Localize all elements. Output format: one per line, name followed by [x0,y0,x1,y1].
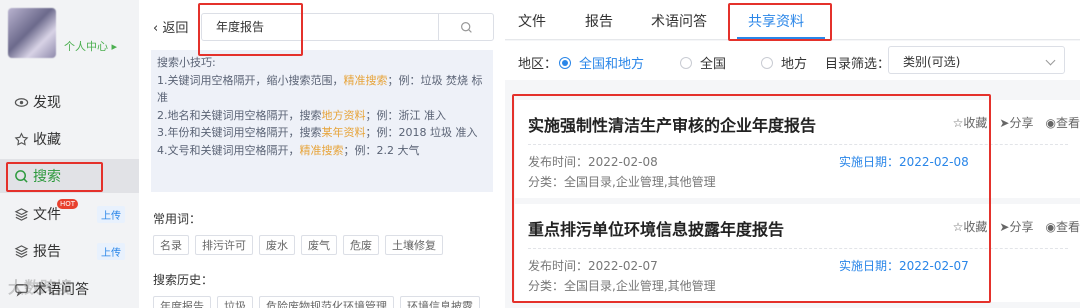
divider [528,144,1068,145]
category: 分类：全国目录,企业管理,其他管理 [528,279,716,293]
search-history-label: 搜索历史： [153,273,214,287]
sidebar: 个人中心 ▸ 发现 收藏 搜索 文件 HOT 上传 报告 上传 术语问答 大数跨… [0,0,139,308]
chevron-left-icon: ‹ [153,21,163,36]
tip-line: 1.关键词用空格隔开，缩小搜索范围，精准搜索；例：垃圾 焚烧 标准 [157,73,483,105]
active-tab-indicator [737,37,825,39]
region-label: 地区： [518,57,558,72]
history-chip[interactable]: 垃圾 [217,296,253,308]
search-tips: 搜索小技巧: 1.关键词用空格隔开，缩小搜索范围，精准搜索；例：垃圾 焚烧 标准… [151,50,493,192]
tip-line: 3.年份和关键词用空格隔开，搜索某年资料；例：2018 垃圾 准入 [157,126,478,139]
tab-terms-qa[interactable]: 术语问答 [651,11,707,31]
layers-icon [14,207,29,221]
watermark: 大数跨境 [8,278,73,297]
search-icon [15,169,28,183]
results-panel: 文件 报告 术语问答 共享资料 地区： 全国和地方 全国 地方 目录筛选： 类别… [505,0,1080,308]
term-chip[interactable]: 危废 [343,235,379,255]
sidebar-item-label: 报告 [33,244,61,260]
card-actions: ☆收藏 ➤分享 ◉查看 [953,114,1080,131]
common-terms: 名录 排污许可 废水 废气 危废 土壤修复 [153,235,443,255]
publish-date: 发布时间：2022-02-07 [528,259,658,273]
catalog-label: 目录筛选： [825,57,891,72]
radio-dot [680,56,692,69]
region-radio-national[interactable]: 全国 [680,53,726,72]
result-title[interactable]: 实施强制性清洁生产审核的企业年度报告 [528,112,816,136]
sidebar-item-discover[interactable]: 发现 [0,85,139,119]
history-chip[interactable]: 环境信息披露 [400,296,480,308]
tip-line: 4.文号和关键词用空格隔开，精准搜索；例：2.2 大气 [157,143,420,157]
layers-icon [14,244,29,258]
sidebar-item-favorites[interactable]: 收藏 [0,122,139,156]
effective-date: 实施日期：2022-02-07 [839,259,969,273]
view-button[interactable]: ◉查看 [1046,218,1080,235]
category: 分类：全国目录,企业管理,其他管理 [528,175,716,189]
term-chip[interactable]: 废气 [301,235,337,255]
eye-icon [14,97,29,107]
sidebar-item-search[interactable]: 搜索 [0,159,139,193]
tab-files[interactable]: 文件 [518,11,546,31]
tab-reports[interactable]: 报告 [585,11,613,31]
sidebar-item-reports[interactable]: 报告 上传 [0,234,139,268]
favorite-button[interactable]: ☆收藏 [953,114,988,131]
search-button[interactable] [438,14,493,40]
term-chip[interactable]: 废水 [259,235,295,255]
search-history: 年度报告 垃圾 危险废物规范化环境管理 环境信息披露 [153,296,480,308]
card-actions: ☆收藏 ➤分享 ◉查看 [953,218,1080,235]
history-chip[interactable]: 年度报告 [153,296,211,308]
tab-shared-materials[interactable]: 共享资料 [748,11,804,31]
favorite-button[interactable]: ☆收藏 [953,218,988,235]
result-title[interactable]: 重点排污单位环境信息披露年度报告 [528,216,784,240]
view-button[interactable]: ◉查看 [1046,114,1080,131]
region-radio-local[interactable]: 地方 [761,53,807,72]
back-button[interactable]: ‹ 返回 [153,17,188,36]
publish-date: 发布时间：2022-02-08 [528,155,658,169]
profile-link[interactable]: 个人中心 ▸ [64,38,117,54]
sidebar-item-label: 文件 [33,207,61,223]
tip-line: 2.地名和关键词用空格隔开，搜索地方资料；例：浙江 准入 [157,108,446,122]
search-panel: ‹ 返回 搜索小技巧: 1.关键词用空格隔开，缩小搜索范围，精准搜索；例：垃圾 … [139,0,505,308]
tab-bar: 文件 报告 术语问答 共享资料 [505,0,1080,40]
result-card[interactable]: 实施强制性清洁生产审核的企业年度报告 ☆收藏 ➤分享 ◉查看 发布时间：2022… [515,100,1080,198]
star-icon [14,131,29,146]
search-input[interactable] [216,19,426,33]
divider [528,248,1068,249]
term-chip[interactable]: 名录 [153,235,189,255]
upload-tag[interactable]: 上传 [97,205,125,223]
chevron-down-icon [1045,55,1056,66]
share-button[interactable]: ➤分享 [999,114,1033,131]
effective-date: 实施日期：2022-02-08 [839,155,969,169]
back-label: 返回 [162,21,189,36]
common-terms-label: 常用词： [153,212,202,226]
sidebar-item-label: 发现 [33,95,61,111]
app: 个人中心 ▸ 发现 收藏 搜索 文件 HOT 上传 报告 上传 术语问答 大数跨… [0,0,1080,308]
region-radio-all[interactable]: 全国和地方 [559,53,644,72]
search-icon [460,21,472,33]
tips-title: 搜索小技巧: [157,56,216,69]
sidebar-item-label: 收藏 [33,132,61,148]
upload-tag[interactable]: 上传 [97,242,125,260]
avatar[interactable] [8,8,56,58]
filter-bar: 地区： 全国和地方 全国 地方 目录筛选： 类别(可选) [505,41,1080,80]
radio-dot [761,56,773,69]
term-chip[interactable]: 排污许可 [195,235,253,255]
sidebar-item-label: 搜索 [33,169,61,185]
history-chip[interactable]: 危险废物规范化环境管理 [259,296,394,308]
result-card[interactable]: 重点排污单位环境信息披露年度报告 ☆收藏 ➤分享 ◉查看 发布时间：2022-0… [515,204,1080,302]
radio-dot [559,56,571,69]
search-box [201,13,494,41]
catalog-select[interactable]: 类别(可选) [888,46,1065,74]
sidebar-item-files[interactable]: 文件 HOT 上传 [0,197,139,231]
share-button[interactable]: ➤分享 [999,218,1033,235]
term-chip[interactable]: 土壤修复 [385,235,443,255]
hot-badge: HOT [57,199,79,209]
